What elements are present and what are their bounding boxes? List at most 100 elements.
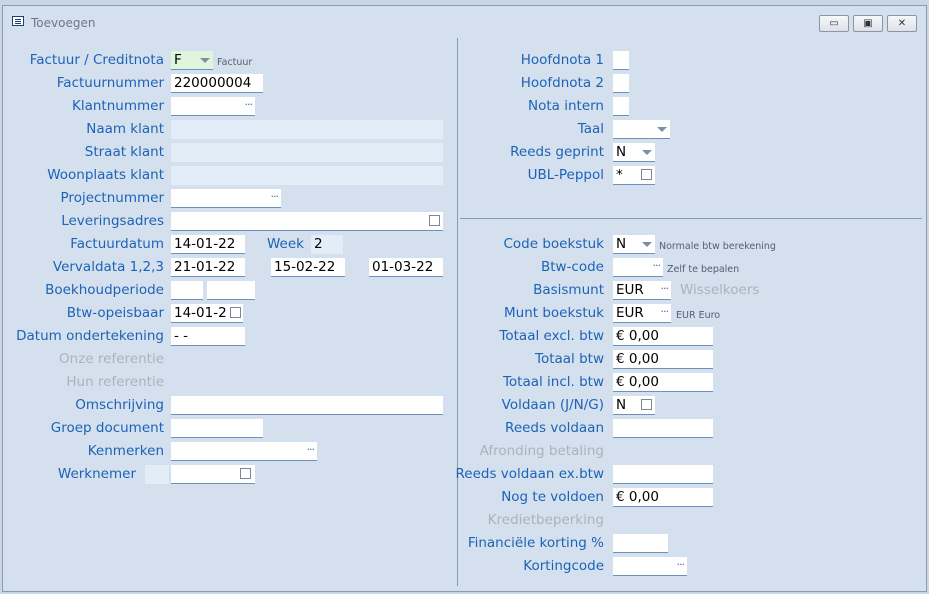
datum-ondertekening-label: Datum ondertekening [16,328,164,344]
onze-referentie-label: Onze referentie [59,351,164,367]
straat-klant-label: Straat klant [84,144,164,160]
boekhoudperiode-jaar-input[interactable] [171,281,203,300]
projectnummer-input[interactable]: ··· [171,189,281,208]
werknemer-code-field [145,465,169,484]
kenmerken-input[interactable]: ··· [171,442,317,461]
taal-select[interactable] [613,120,670,139]
close-button[interactable]: ✕ [887,15,917,32]
groep-document-input[interactable] [171,419,263,438]
factuurdatum-label: Factuurdatum [70,236,164,252]
factuurnummer-label: Factuurnummer [56,75,164,91]
btw-opeisbaar-checkbox[interactable] [230,307,241,318]
minimize-button[interactable]: ▭ [819,15,849,32]
ellipsis-icon[interactable]: ··· [271,189,279,205]
datum-ondertekening-input[interactable]: - - [171,327,245,346]
ellipsis-icon[interactable]: ··· [307,442,315,458]
chevron-down-icon [657,127,667,132]
hoofdnota2-input[interactable] [613,74,629,93]
klantnummer-label: Klantnummer [72,98,164,114]
reeds-voldaan-label: Reeds voldaan [505,420,604,436]
hun-referentie-label: Hun referentie [66,374,164,390]
chevron-down-icon [642,150,652,155]
factuur-creditnota-select[interactable]: F [171,51,213,70]
title-bar: Toevoegen ▭ ▣ ✕ [3,6,926,36]
week-field: 2 [311,235,343,254]
reeds-voldaan-input[interactable] [613,419,713,438]
totaal-btw-label: Totaal btw [535,351,604,367]
ubl-peppol-checkbox[interactable] [641,169,652,180]
totaal-incl-field[interactable]: € 0,00 [613,373,713,392]
btw-code-label: Btw-code [540,259,604,275]
vervaldatum-1-input[interactable]: 21-01-22 [171,258,245,277]
projectnummer-label: Projectnummer [60,190,164,206]
voldaan-checkbox[interactable] [641,399,652,410]
basismunt-input[interactable]: EUR ··· [613,281,671,300]
window-title: Toevoegen [31,16,96,30]
dialog-window: Toevoegen ▭ ▣ ✕ Factuur / Creditnota F F… [2,5,927,592]
factuurdatum-input[interactable]: 14-01-22 [171,235,245,254]
nota-intern-input[interactable] [613,97,629,116]
taal-label: Taal [577,121,604,137]
werknemer-checkbox[interactable] [240,468,251,479]
nota-intern-label: Nota intern [528,98,604,114]
voldaan-input[interactable]: N [613,396,655,415]
munt-boekstuk-label: Munt boekstuk [504,305,604,321]
factuur-type-hint: Factuur [217,57,253,68]
munt-boekstuk-input[interactable]: EUR ··· [613,304,671,323]
btw-opeisbaar-input[interactable]: 14-01-2 [171,304,243,323]
ellipsis-icon[interactable]: ··· [245,97,253,113]
naam-klant-label: Naam klant [86,121,164,137]
ellipsis-icon[interactable]: ··· [653,258,661,274]
basismunt-label: Basismunt [533,282,604,298]
klantnummer-input[interactable]: ··· [171,97,255,116]
ellipsis-icon[interactable]: ··· [661,304,669,320]
ellipsis-icon[interactable]: ··· [677,557,685,573]
voldaan-label: Voldaan (J/N/G) [501,397,604,413]
code-boekstuk-select[interactable]: N [613,235,655,254]
vervaldata-label: Vervaldata 1,2,3 [52,259,164,275]
werknemer-input[interactable] [171,465,255,484]
maximize-button[interactable]: ▣ [853,15,883,32]
btw-code-hint: Zelf te bepalen [667,264,740,275]
leveringsadres-label: Leveringsadres [61,213,164,229]
reeds-voldaan-ex-btw-label: Reeds voldaan ex.btw [455,466,605,482]
reeds-geprint-select[interactable]: N [613,143,655,162]
hoofdnota2-label: Hoofdnota 2 [520,75,604,91]
omschrijving-input[interactable] [171,396,443,415]
leveringsadres-input[interactable] [171,212,443,231]
leveringsadres-checkbox[interactable] [429,215,440,226]
chevron-down-icon [642,242,652,247]
boekhoudperiode-label: Boekhoudperiode [45,282,164,298]
kenmerken-label: Kenmerken [87,443,164,459]
woonplaats-klant-label: Woonplaats klant [47,167,164,183]
ellipsis-icon[interactable]: ··· [661,281,669,297]
factuurnummer-input[interactable]: 220000004 [171,74,263,93]
ubl-peppol-label: UBL-Peppol [527,167,604,183]
btw-code-input[interactable]: ··· [613,258,663,277]
ubl-peppol-input[interactable]: * [613,166,655,185]
totaal-incl-label: Totaal incl. btw [502,374,604,390]
week-label: Week [267,236,304,252]
column-divider [457,38,458,586]
app-icon [12,16,24,26]
kortingcode-input[interactable]: ··· [613,557,687,576]
afronding-betaling-label: Afronding betaling [479,443,604,459]
financiele-korting-input[interactable] [613,534,668,553]
totaal-btw-field[interactable]: € 0,00 [613,350,713,369]
naam-klant-field [171,120,443,139]
omschrijving-label: Omschrijving [75,397,164,413]
hoofdnota1-input[interactable] [613,51,629,70]
boekhoudperiode-periode-input[interactable] [207,281,255,300]
factuur-creditnota-label: Factuur / Creditnota [29,52,164,68]
vervaldatum-3-input[interactable]: 01-03-22 [369,258,443,277]
reeds-geprint-label: Reeds geprint [510,144,604,160]
vervaldatum-2-input[interactable]: 15-02-22 [271,258,345,277]
btw-opeisbaar-label: Btw-opeisbaar [66,305,164,321]
munt-boekstuk-hint: EUR Euro [676,310,721,321]
financiele-korting-label: Financiële korting % [467,535,604,551]
nog-te-voldoen-field[interactable]: € 0,00 [613,488,713,507]
reeds-voldaan-ex-btw-input[interactable] [613,465,713,484]
straat-klant-field [171,143,443,162]
totaal-excl-field[interactable]: € 0,00 [613,327,713,346]
groep-document-label: Groep document [50,420,164,436]
